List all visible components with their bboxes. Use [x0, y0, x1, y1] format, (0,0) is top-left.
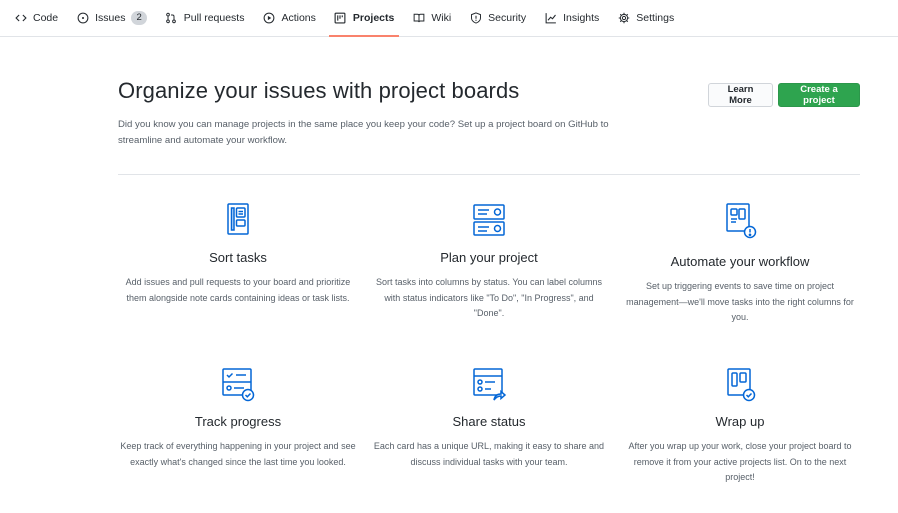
gear-icon: [617, 12, 630, 25]
tab-security-label: Security: [488, 12, 527, 24]
git-pull-request-icon: [165, 12, 178, 25]
tab-pull-requests[interactable]: Pull requests: [156, 0, 254, 36]
feature-plan-project: Plan your project Sort tasks into column…: [369, 200, 609, 322]
feature-share-status: Share status Each card has a unique URL,…: [369, 364, 609, 470]
section-divider: [118, 174, 860, 175]
tab-actions-label: Actions: [281, 12, 316, 24]
tab-settings[interactable]: Settings: [608, 0, 683, 36]
feature-title: Sort tasks: [209, 250, 267, 265]
tab-code[interactable]: Code: [5, 0, 67, 36]
tab-insights-label: Insights: [563, 12, 600, 24]
feature-track-progress: Track progress Keep track of everything …: [118, 364, 358, 470]
page-description: Did you know you can manage projects in …: [118, 119, 609, 146]
tab-issues-label: Issues: [95, 12, 126, 24]
play-icon: [262, 12, 275, 25]
feature-automate-workflow: Automate your workflow Set up triggering…: [620, 200, 860, 326]
tab-issues[interactable]: Issues 2: [67, 0, 156, 36]
feature-title: Plan your project: [440, 250, 538, 265]
repo-nav: Code Issues 2 Pull requests Actions Proj…: [0, 0, 898, 37]
project-icon: [334, 12, 347, 25]
share-status-icon: [469, 364, 509, 404]
feature-description: After you wrap up your work, close your …: [628, 441, 852, 482]
tab-settings-label: Settings: [636, 12, 675, 24]
graph-icon: [544, 12, 557, 25]
tab-insights[interactable]: Insights: [535, 0, 608, 36]
feature-title: Track progress: [194, 414, 282, 429]
feature-title: Automate your workflow: [670, 254, 810, 269]
learn-more-button[interactable]: Learn More: [708, 83, 773, 107]
tab-projects-label: Projects: [352, 12, 395, 24]
feature-title: Wrap up: [715, 414, 765, 429]
track-progress-icon: [218, 364, 258, 404]
tab-wiki-label: Wiki: [431, 12, 452, 24]
issue-opened-icon: [76, 12, 89, 25]
feature-description: Keep track of everything happening in yo…: [120, 441, 356, 467]
tab-security[interactable]: Security: [460, 0, 535, 36]
feature-description: Sort tasks into columns by status. You c…: [375, 277, 603, 318]
automate-workflow-icon: [720, 200, 760, 240]
feature-description: Add issues and pull requests to your boa…: [125, 277, 351, 303]
page-title: Organize your issues with project boards: [118, 78, 520, 103]
tab-projects[interactable]: Projects: [325, 0, 403, 37]
tab-code-label: Code: [33, 12, 59, 24]
feature-wrap-up: Wrap up After you wrap up your work, clo…: [620, 364, 860, 486]
code-icon: [14, 12, 27, 25]
feature-description: Set up triggering events to save time on…: [626, 281, 854, 322]
create-project-button[interactable]: Create a project: [778, 83, 860, 107]
wrap-up-icon: [720, 364, 760, 404]
issues-count-badge: 2: [131, 11, 147, 25]
feature-title: Share status: [452, 414, 526, 429]
tab-actions[interactable]: Actions: [253, 0, 324, 36]
feature-description: Each card has a unique URL, making it ea…: [373, 441, 605, 467]
book-icon: [412, 12, 425, 25]
feature-sort-tasks: Sort tasks Add issues and pull requests …: [118, 200, 358, 306]
tab-wiki[interactable]: Wiki: [403, 0, 460, 36]
shield-icon: [469, 12, 482, 25]
plan-project-icon: [469, 200, 509, 240]
sort-tasks-icon: [218, 200, 258, 240]
tab-pull-requests-label: Pull requests: [183, 12, 245, 24]
